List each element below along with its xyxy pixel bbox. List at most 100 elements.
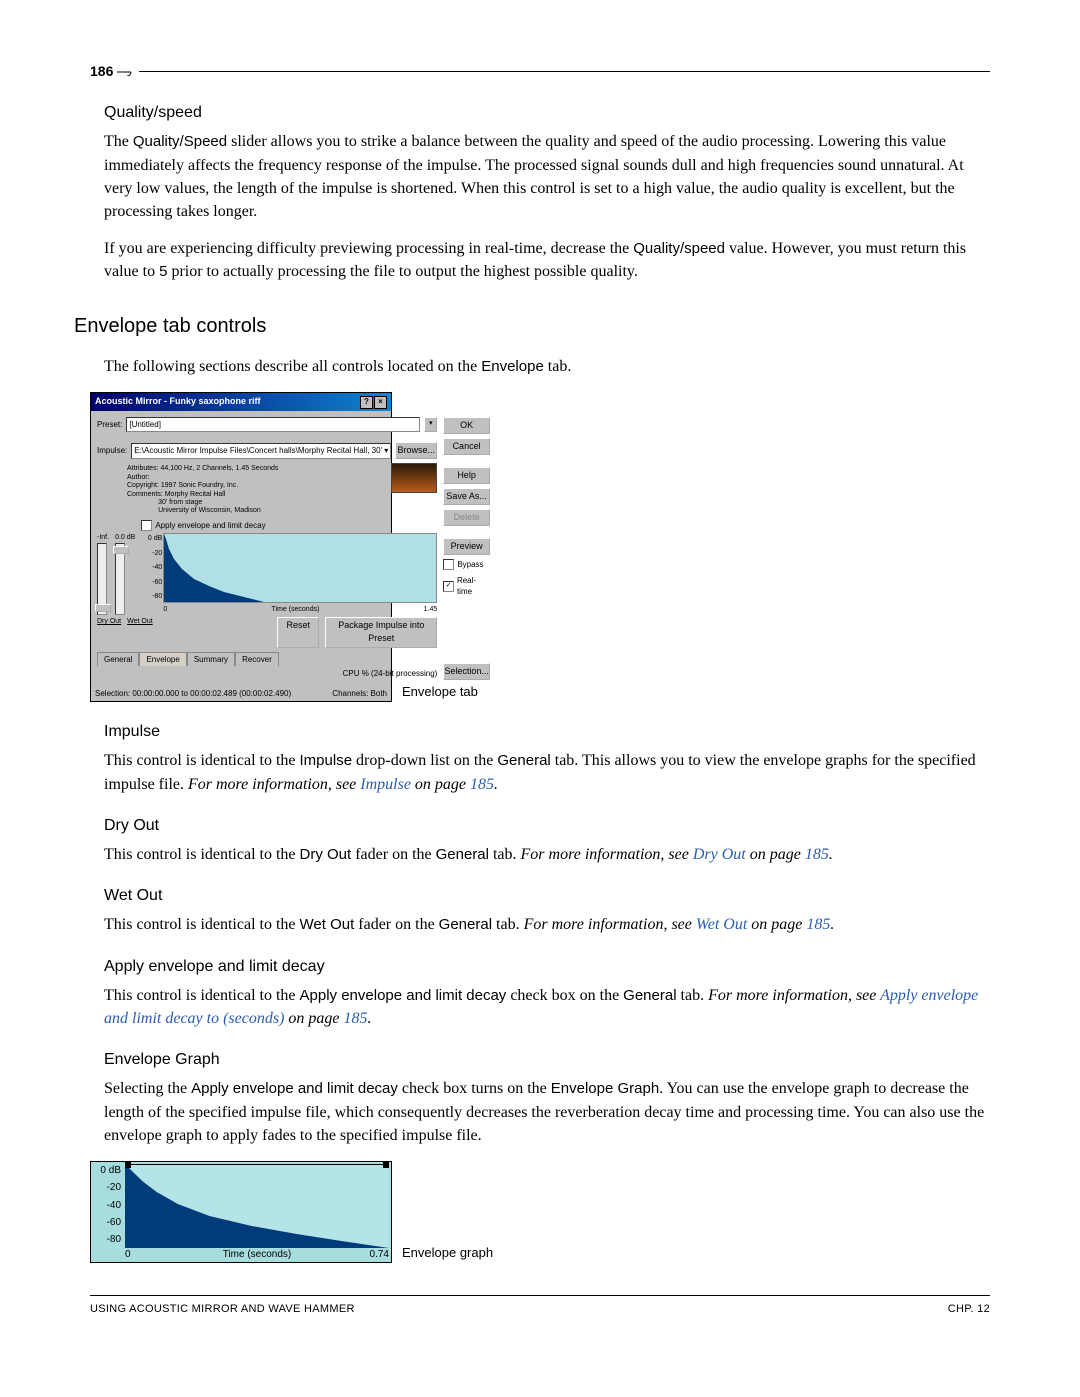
para: If you are experiencing difficulty previ…: [104, 237, 990, 283]
envelope-point[interactable]: [125, 1162, 131, 1168]
text: tab.: [492, 916, 524, 933]
impulse-value: E:\Acoustic Mirror Impulse Files\Concert…: [134, 446, 388, 455]
chevron-down-icon[interactable]: ▾: [424, 417, 437, 432]
text: .: [830, 916, 834, 933]
link-dry-out[interactable]: Dry Out: [693, 846, 746, 863]
ok-button[interactable]: OK: [443, 417, 490, 434]
save-as-button[interactable]: Save As...: [443, 488, 490, 505]
text: tab.: [544, 358, 572, 375]
xref: For more information, see Impulse on pag…: [188, 776, 498, 793]
preview-button[interactable]: Preview: [443, 538, 490, 555]
para: Selecting the Apply envelope and limit d…: [104, 1077, 990, 1147]
figure-envelope-graph: 0 dB -20 -40 -60 -80 0 Time (seconds) 0.…: [90, 1161, 990, 1263]
ytick: 0 dB: [142, 534, 162, 544]
text: This control is identical to the: [104, 846, 300, 863]
help-button[interactable]: Help: [443, 467, 490, 484]
x-axis: 0 Time (seconds) 0.74: [125, 1248, 389, 1262]
text: This control is identical to the: [104, 916, 300, 933]
page-footer: USING ACOUSTIC MIRROR AND WAVE HAMMER CH…: [90, 1295, 990, 1318]
figure-dialog: Acoustic Mirror - Funky saxophone riff ?…: [90, 392, 990, 703]
channels-text: Channels: Both: [332, 688, 387, 700]
preset-dropdown[interactable]: [Untitled]: [126, 417, 420, 433]
close-icon[interactable]: ×: [374, 396, 387, 409]
wetout-label: Wet Out: [127, 617, 153, 647]
envelope-line: [125, 1164, 389, 1167]
para: This control is identical to the Apply e…: [104, 984, 990, 1030]
package-button[interactable]: Package Impulse into Preset: [325, 617, 437, 647]
attributes-text: Attributes: 44,100 Hz, 2 Channels, 1.45 …: [127, 465, 387, 473]
bypass-label: Bypass: [457, 559, 483, 571]
header-arrow-icon: [117, 60, 135, 83]
wetout-fader[interactable]: [115, 543, 125, 615]
text: .: [368, 1010, 372, 1027]
text: on page: [746, 846, 805, 863]
ytick: -80: [93, 1233, 121, 1248]
envelope-point[interactable]: [383, 1162, 389, 1168]
ui-term: Impulse: [300, 752, 353, 769]
para: This control is identical to the Impulse…: [104, 749, 990, 795]
text: check box on the: [506, 987, 623, 1004]
wetout-val: 0.0 dB: [115, 533, 135, 543]
link-impulse[interactable]: Impulse: [360, 776, 411, 793]
text: For more information, see: [521, 846, 693, 863]
xref: For more information, see Dry Out on pag…: [521, 846, 833, 863]
header-rule: [139, 71, 990, 72]
envelope-graph-small[interactable]: 0 dB -20 -40 -60 -80: [163, 533, 437, 603]
delete-button[interactable]: Delete: [443, 509, 490, 526]
link-page[interactable]: 185: [344, 1010, 368, 1027]
heading-dry-out: Dry Out: [104, 814, 990, 837]
dryout-inf: -Inf.: [97, 533, 109, 543]
cpu-status: CPU % (24-bit processing): [97, 668, 437, 680]
tab-summary[interactable]: Summary: [187, 652, 235, 667]
selection-button[interactable]: Selection...: [443, 663, 490, 680]
ytick: -20: [142, 549, 162, 559]
realtime-checkbox[interactable]: ✓Real-time: [443, 575, 490, 598]
para: This control is identical to the Wet Out…: [104, 913, 990, 936]
apply-envelope-checkbox[interactable]: Apply envelope and limit decay: [141, 520, 437, 532]
help-icon[interactable]: ?: [360, 396, 373, 409]
ytick: 0 dB: [93, 1164, 121, 1179]
text: If you are experiencing difficulty previ…: [104, 240, 633, 257]
figure-caption: Envelope tab: [402, 683, 478, 702]
footer-left: USING ACOUSTIC MIRROR AND WAVE HAMMER: [90, 1302, 355, 1318]
bypass-checkbox[interactable]: Bypass: [443, 559, 490, 571]
link-page[interactable]: 185: [470, 776, 494, 793]
xtick-0: 0: [163, 605, 167, 615]
browse-button[interactable]: Browse...: [395, 442, 437, 459]
para: The following sections describe all cont…: [104, 355, 990, 378]
dialog-status: Selection: 00:00:00.000 to 00:00:02.489 …: [91, 686, 391, 702]
author-text: Author:: [127, 474, 387, 482]
text: on page: [411, 776, 470, 793]
tab-recover[interactable]: Recover: [235, 652, 279, 667]
ui-term: Envelope Graph: [551, 1080, 659, 1097]
ytick: -60: [142, 578, 162, 588]
link-page[interactable]: 185: [805, 846, 829, 863]
dialog-titlebar: Acoustic Mirror - Funky saxophone riff ?…: [91, 393, 391, 411]
impulse-info: Attributes: 44,100 Hz, 2 Channels, 1.45 …: [127, 465, 387, 515]
link-wet-out[interactable]: Wet Out: [696, 916, 747, 933]
impulse-dropdown[interactable]: E:\Acoustic Mirror Impulse Files\Concert…: [131, 443, 391, 459]
text: Selecting the: [104, 1080, 191, 1097]
dialog-tabs: General Envelope Summary Recover: [97, 652, 437, 667]
ui-term: Apply envelope and limit decay: [191, 1080, 398, 1097]
dryout-label: Dry Out: [97, 617, 121, 647]
link-page[interactable]: 185: [806, 916, 830, 933]
heading-envelope-tab-controls: Envelope tab controls: [74, 312, 990, 341]
plot-area: [125, 1164, 389, 1248]
x-axis-label: Time (seconds): [125, 1248, 389, 1263]
dryout-fader[interactable]: [97, 543, 107, 615]
reset-button[interactable]: Reset: [277, 617, 319, 647]
text: This control is identical to the: [104, 752, 300, 769]
impulse-label: Impulse:: [97, 445, 127, 457]
tab-envelope[interactable]: Envelope: [139, 652, 186, 667]
text: For more information, see: [188, 776, 360, 793]
cancel-button[interactable]: Cancel: [443, 438, 490, 455]
tab-general[interactable]: General: [97, 652, 139, 667]
text: slider allows you to strike a balance be…: [104, 133, 964, 220]
checkbox-icon: [443, 559, 454, 570]
para: The Quality/Speed slider allows you to s…: [104, 130, 990, 223]
text: drop-down list on the: [352, 752, 497, 769]
heading-quality-speed: Quality/speed: [104, 101, 990, 124]
text: check box turns on the: [398, 1080, 551, 1097]
y-axis: 0 dB -20 -40 -60 -80: [93, 1164, 121, 1248]
